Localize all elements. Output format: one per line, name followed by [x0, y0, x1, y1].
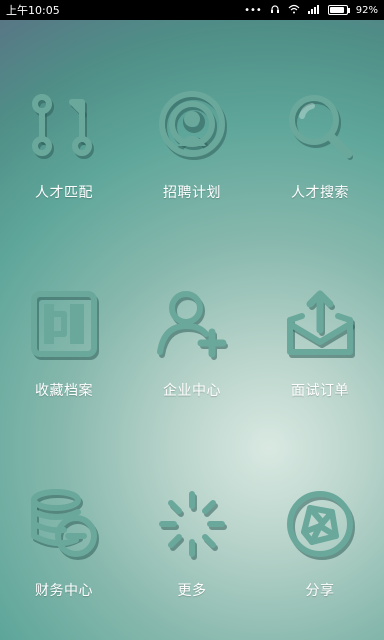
search-icon [282, 88, 358, 164]
share-aperture-icon [282, 486, 358, 562]
wifi-icon [288, 4, 300, 17]
tile-favorites-archive[interactable]: 收藏档案 [0, 286, 128, 426]
tile-talent-match[interactable]: 人才匹配 [0, 88, 128, 228]
route-match-icon [26, 88, 102, 164]
status-icons: ••• 92% [244, 4, 378, 17]
battery-percent: 92% [355, 4, 378, 16]
feature-grid: 人才匹配 招聘计划 人才搜索 收藏档案 企业中心 面试订单 财务中心 更多 分享 [0, 20, 384, 640]
tile-enterprise-center[interactable]: 企业中心 [128, 286, 256, 426]
broadcast-person-icon [154, 88, 230, 164]
more-dots-icon: ••• [244, 4, 262, 16]
tile-interview-orders[interactable]: 面试订单 [256, 286, 384, 426]
tile-talent-search[interactable]: 人才搜索 [256, 88, 384, 228]
archive-box-icon [26, 286, 102, 362]
battery-icon [327, 5, 350, 15]
loading-spinner-icon [154, 486, 230, 562]
status-right: ••• 92% [244, 4, 384, 17]
signal-icon [307, 4, 320, 17]
headphones-icon [270, 4, 280, 17]
coins-stack-icon [26, 486, 102, 562]
tile-label: 招聘计划 [163, 185, 221, 201]
tile-label: 面试订单 [291, 383, 349, 399]
status-bar: 上午10:05 ••• 92% [0, 0, 384, 20]
tile-label: 财务中心 [35, 583, 93, 599]
status-left: 上午10:05 [0, 2, 60, 18]
mail-upload-icon [282, 286, 358, 362]
tile-label: 分享 [305, 583, 335, 599]
tile-label: 收藏档案 [35, 383, 93, 399]
user-add-icon [154, 286, 230, 362]
tile-more[interactable]: 更多 [128, 486, 256, 626]
status-time: 上午10:05 [6, 4, 60, 17]
tile-label: 人才匹配 [35, 185, 93, 201]
tile-label: 更多 [177, 583, 207, 599]
tile-share[interactable]: 分享 [256, 486, 384, 626]
tile-finance-center[interactable]: 财务中心 [0, 486, 128, 626]
tile-label: 企业中心 [163, 383, 221, 399]
tile-label: 人才搜索 [291, 185, 349, 201]
tile-recruit-plan[interactable]: 招聘计划 [128, 88, 256, 228]
